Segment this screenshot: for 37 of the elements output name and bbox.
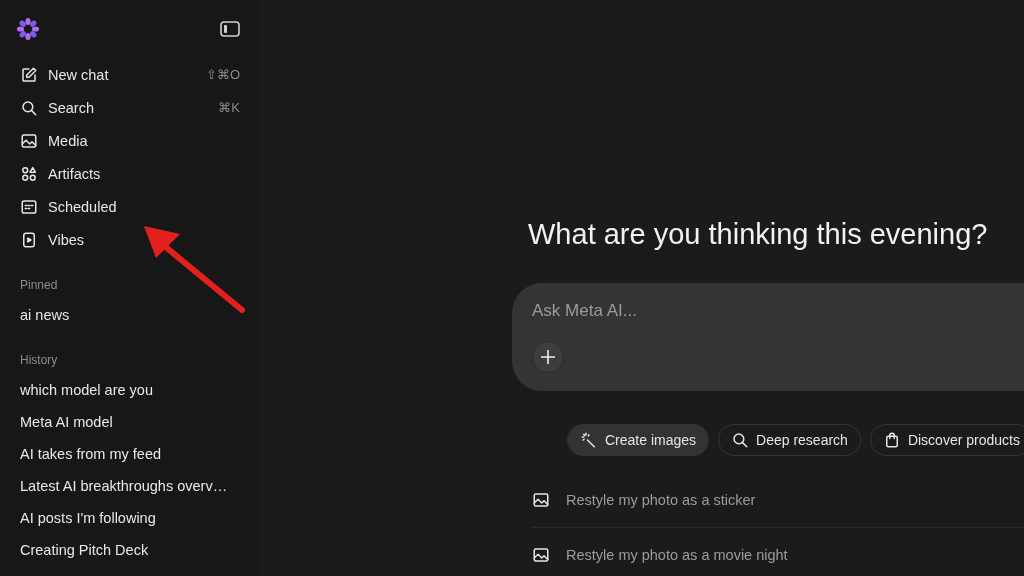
chat-item[interactable]: which model are you — [20, 382, 153, 398]
action-chip[interactable]: Create images — [567, 424, 710, 456]
nav-item[interactable]: Vibes — [48, 231, 240, 248]
suggestion-item[interactable]: Restyle my photo as a sticker — [566, 492, 756, 508]
chat-item[interactable]: AI posts I'm following — [20, 510, 156, 526]
flower-logo-icon[interactable] — [16, 17, 40, 41]
image-icon — [20, 131, 38, 150]
keyboard-shortcut: ⌘K — [218, 100, 240, 115]
placeholder-text: Ask Meta AI... — [532, 301, 638, 321]
search-icon — [731, 431, 750, 449]
section-heading: History — [20, 353, 59, 369]
image-icon — [532, 491, 550, 509]
plus-icon — [540, 349, 556, 365]
play-icon — [20, 230, 38, 249]
chat-item[interactable]: Meta AI model — [20, 414, 113, 430]
keyboard-shortcut: ⇧⌘O — [205, 67, 240, 82]
nav-item[interactable]: Media — [48, 132, 240, 149]
sidebar-toggle-icon[interactable] — [220, 20, 240, 38]
chat-item[interactable]: Latest AI breakthroughs overv… — [20, 478, 228, 494]
suggestion-item[interactable]: Restyle my photo as a movie night — [566, 547, 788, 563]
edit-icon — [20, 65, 38, 84]
greeting-heading: What are you thinking this evening? — [528, 218, 989, 251]
nav-item[interactable]: Artifacts — [48, 165, 240, 182]
add-button[interactable] — [532, 341, 564, 373]
chat-item[interactable]: AI takes from my feed — [20, 446, 162, 462]
nav-item[interactable]: New chat — [48, 66, 196, 83]
section-heading: Pinned — [20, 278, 59, 294]
prompt-field[interactable]: Ask Meta AI... — [512, 283, 1024, 391]
shapes-icon — [20, 164, 38, 183]
chat-item[interactable]: Creating Pitch Deck — [20, 542, 149, 558]
nav-item[interactable]: Scheduled — [48, 198, 240, 215]
calendar-icon — [20, 197, 38, 216]
image-icon — [532, 546, 550, 564]
wand-icon — [580, 431, 598, 449]
search-icon — [20, 98, 38, 117]
chat-item[interactable]: ai news — [20, 307, 70, 323]
nav-item[interactable]: Search — [48, 99, 209, 116]
